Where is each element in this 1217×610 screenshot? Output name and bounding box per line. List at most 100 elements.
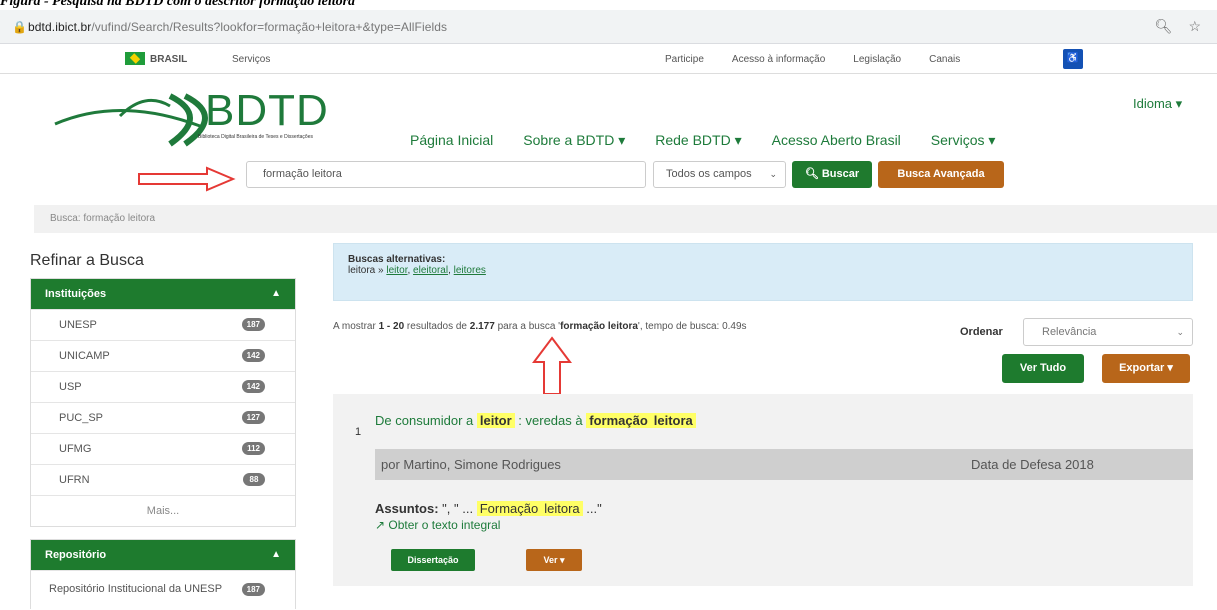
gov-link-participe[interactable]: Participe: [665, 54, 704, 65]
nav-acesso-aberto[interactable]: Acesso Aberto Brasil: [772, 132, 901, 149]
facet-item-label: PUC_SP: [59, 412, 104, 424]
results-query-prefix: para a busca ': [494, 321, 561, 332]
result-title[interactable]: De consumidor a leitor : veredas à forma…: [375, 413, 696, 428]
facet-repositorio-header[interactable]: Repositório ▲: [31, 540, 295, 570]
result-author[interactable]: por Martino, Simone Rodrigues: [381, 457, 561, 472]
facet-item[interactable]: Repositório Institucional da UNESP 187: [31, 570, 295, 610]
collapse-icon: ▲: [271, 288, 281, 299]
search-field-select[interactable]: Todos os campos ⌄: [653, 161, 786, 188]
refinar-title: Refinar a Busca: [30, 252, 144, 269]
facet-repositorio: Repositório ▲ Repositório Institucional d…: [30, 539, 296, 609]
subjects-highlight: leitora: [541, 501, 583, 516]
logo-name[interactable]: BDTD: [205, 86, 329, 136]
facet-count-badge: 142: [241, 349, 265, 362]
brazil-flag-icon: [125, 52, 145, 65]
gov-brasil-link[interactable]: BRASIL: [150, 54, 187, 65]
facet-instituicoes-header[interactable]: Instituições ▲: [31, 279, 295, 309]
url-domain: bdtd.ibict.br: [28, 20, 92, 34]
facet-item-label: UFMG: [59, 443, 92, 455]
facet-count-badge: 88: [243, 473, 265, 486]
facet-item[interactable]: UNICAMP 142: [31, 340, 295, 371]
gov-link-acesso[interactable]: Acesso à informação: [732, 54, 825, 65]
url-field[interactable]: bdtd.ibict.br/vufind/Search/Results?look…: [28, 20, 447, 34]
facet-count-badge: 127: [241, 411, 265, 424]
buscar-button[interactable]: 🔍︎ Buscar: [792, 161, 872, 188]
buscar-label: Buscar: [821, 168, 860, 180]
subjects-part: ", " ...: [438, 501, 477, 516]
search-field-value: Todos os campos: [666, 168, 752, 180]
annotation-arrow-right-icon: [138, 166, 236, 192]
title-highlight: leitor: [476, 413, 515, 428]
alt-link-leitores[interactable]: leitores: [454, 265, 486, 276]
main-nav: Página Inicial Sobre a BDTD ▾ Rede BDTD …: [410, 132, 995, 149]
facet-item-label: USP: [59, 381, 82, 393]
logo-subtitle: Biblioteca Digital Brasileira de Teses e…: [198, 134, 313, 140]
facet-item-label: UFRN: [59, 474, 90, 486]
facet-item[interactable]: UFRN 88: [31, 464, 295, 495]
alt-link-leitor[interactable]: leitor: [386, 265, 407, 276]
facet-item[interactable]: UFMG 112: [31, 433, 295, 464]
chevron-down-icon: ⌄: [769, 169, 777, 179]
result-subjects: Assuntos: ", " ... Formação leitora ...": [375, 501, 602, 516]
alt-link-eleitoral[interactable]: eleitoral: [413, 265, 448, 276]
exportar-button[interactable]: Exportar ▾: [1102, 354, 1190, 383]
full-text-link[interactable]: ↗ Obter o texto integral: [375, 518, 500, 532]
figure-caption: Figura - Pesquisa na BDTD com o descrito…: [0, 0, 356, 9]
ordenar-label: Ordenar: [960, 326, 1003, 338]
subjects-label: Assuntos:: [375, 501, 439, 516]
gov-servicos-link[interactable]: Serviços: [232, 54, 270, 65]
gov-bar: BRASIL Serviços Participe Acesso à infor…: [0, 44, 1217, 74]
search-input[interactable]: formação leitora: [246, 161, 646, 188]
idioma-dropdown[interactable]: Idioma ▾: [1133, 96, 1182, 112]
subjects-highlight: Formação: [476, 501, 542, 516]
results-total: 2.177: [469, 321, 495, 332]
result-date: Data de Defesa 2018: [971, 457, 1094, 472]
nav-rede[interactable]: Rede BDTD ▾: [655, 132, 741, 149]
ver-button[interactable]: Ver ▾: [526, 549, 582, 571]
busca-avancada-button[interactable]: Busca Avançada: [878, 161, 1004, 188]
gov-link-legislacao[interactable]: Legislação: [853, 54, 901, 65]
star-icon[interactable]: ☆: [1188, 18, 1201, 35]
collapse-icon: ▲: [271, 549, 281, 560]
facet-instituicoes: Instituições ▲ UNESP 187 UNICAMP 142 USP 142…: [30, 278, 296, 527]
result-number: 1: [355, 426, 362, 438]
external-link-icon: ↗: [375, 518, 386, 532]
url-path: /vufind/Search/Results?lookfor=formação+…: [91, 20, 448, 34]
caption-strip: Figura - Pesquisa na BDTD com o descrito…: [0, 0, 1217, 10]
results-query: formação leitora: [560, 321, 638, 332]
full-text-label: Obter o texto integral: [388, 518, 501, 532]
accessibility-icon[interactable]: ♿: [1063, 49, 1083, 69]
gov-link-canais[interactable]: Canais: [929, 54, 960, 65]
result-author-bar: por Martino, Simone Rodrigues Data de De…: [375, 449, 1193, 480]
facet-header-label: Instituições: [45, 288, 107, 300]
facet-item[interactable]: USP 142: [31, 371, 295, 402]
facet-item[interactable]: UNESP 187: [31, 309, 295, 340]
facet-count-badge: 187: [241, 318, 265, 331]
results-summary: A mostrar 1 - 20 resultados de 2.177 par…: [333, 321, 747, 332]
facet-item-label: Repositório Institucional da UNESP: [49, 583, 223, 595]
title-highlight: formação: [586, 413, 651, 428]
breadcrumb: Busca: formação leitora: [34, 205, 1217, 233]
nav-sobre[interactable]: Sobre a BDTD ▾: [523, 132, 625, 149]
facet-more-link[interactable]: Mais...: [31, 495, 295, 526]
ver-tudo-button[interactable]: Ver Tudo: [1002, 354, 1084, 383]
alternatives-prefix: leitora »: [348, 265, 387, 276]
nav-servicos[interactable]: Serviços ▾: [931, 132, 996, 149]
subjects-part: ...": [582, 501, 602, 516]
alternatives-title: Buscas alternativas:: [348, 254, 446, 265]
ordenar-select[interactable]: Relevância ⌄: [1023, 318, 1193, 346]
annotation-arrow-up-icon: [532, 336, 572, 395]
zoom-icon[interactable]: 🔍︎: [1155, 18, 1173, 35]
nav-pagina-inicial[interactable]: Página Inicial: [410, 132, 493, 149]
browser-address-bar: 🔒 bdtd.ibict.br/vufind/Search/Results?lo…: [0, 10, 1217, 44]
facet-item[interactable]: PUC_SP 127: [31, 402, 295, 433]
results-range: 1 - 20: [378, 321, 405, 332]
facet-header-label: Repositório: [45, 549, 107, 561]
dissertacao-badge[interactable]: Dissertação: [391, 549, 475, 571]
result-item: 1 De consumidor a leitor : veredas à for…: [333, 394, 1193, 586]
search-icon: 🔍︎: [804, 168, 819, 180]
facet-item-label: UNESP: [59, 319, 97, 331]
alternative-searches: Buscas alternativas: leitora » leitor, e…: [333, 243, 1193, 301]
chevron-down-icon: ⌄: [1176, 327, 1184, 337]
lock-icon: 🔒: [12, 20, 27, 34]
